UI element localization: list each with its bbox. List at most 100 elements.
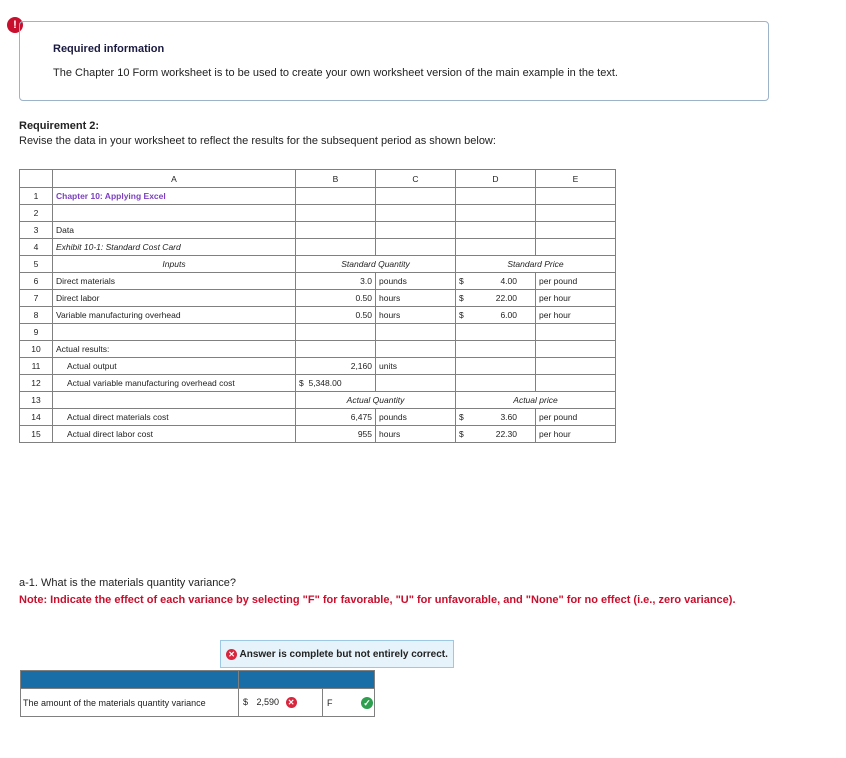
actual-results-label: Actual results: — [52, 340, 296, 358]
question-text: a-1. What is the materials quantity vari… — [19, 577, 237, 589]
row-label-cell: Direct labor — [52, 289, 296, 307]
sheet-row: 12 Actual variable manufacturing overhea… — [19, 374, 616, 392]
sheet-row: 13 Actual Quantity Actual price — [19, 391, 616, 409]
quantity-cell: 0.50 — [295, 289, 376, 307]
row-number: 14 — [19, 408, 53, 426]
unit-cell: pounds — [375, 272, 456, 290]
row-number: 11 — [19, 357, 53, 375]
required-info-box — [19, 21, 769, 101]
cell — [535, 340, 616, 358]
cell — [475, 221, 536, 239]
column-header-d: D — [455, 169, 536, 188]
cell — [535, 357, 616, 375]
price-cell: 3.60 — [475, 408, 536, 426]
dollar-sign: $ — [299, 378, 304, 388]
cell — [535, 187, 616, 205]
sheet-title-cell: Chapter 10: Applying Excel — [52, 187, 296, 205]
quantity-cell: 3.0 — [295, 272, 376, 290]
dollar-sign-cell: $ — [455, 272, 476, 290]
row-number: 6 — [19, 272, 53, 290]
standard-price-header: Standard Price — [455, 255, 616, 273]
row-number: 15 — [19, 425, 53, 443]
sheet-row: 8 Variable manufacturing overhead 0.50 h… — [19, 306, 616, 324]
row-label-cell: Actual direct labor cost — [52, 425, 296, 443]
answer-status-text: Answer is complete but not entirely corr… — [239, 649, 448, 661]
incorrect-icon: ✕ — [285, 697, 297, 709]
answer-effect-select[interactable]: F ✓ — [321, 688, 376, 717]
answer-status-banner: ✕ Answer is complete but not entirely co… — [220, 640, 454, 668]
cell — [535, 374, 616, 392]
cell — [295, 221, 376, 239]
row-number: 13 — [19, 391, 53, 409]
dollar-sign-cell: $ — [455, 289, 476, 307]
sheet-row: 4 Exhibit 10-1: Standard Cost Card — [19, 238, 616, 256]
inputs-header-cell: Inputs — [52, 255, 296, 273]
header-cell — [237, 670, 376, 689]
price-unit-cell: per hour — [535, 425, 616, 443]
sheet-row: 10 Actual results: — [19, 340, 616, 358]
sheet-row: 5 Inputs Standard Quantity Standard Pric… — [19, 255, 616, 273]
cell — [375, 187, 456, 205]
actual-quantity-header: Actual Quantity — [295, 391, 456, 409]
price-unit-cell: per pound — [535, 408, 616, 426]
spreadsheet: A B C D E 1 Chapter 10: Applying Excel 2… — [19, 169, 616, 443]
answer-table-header — [20, 670, 376, 689]
row-number: 3 — [19, 221, 53, 239]
cell — [475, 340, 536, 358]
cell — [535, 238, 616, 256]
row-label-cell: Direct materials — [52, 272, 296, 290]
unit-cell: hours — [375, 425, 456, 443]
quantity-cell: 0.50 — [295, 306, 376, 324]
sheet-row: 2 — [19, 204, 616, 222]
sheet-row: 15 Actual direct labor cost 955 hours $ … — [19, 425, 616, 443]
info-title: Required information — [53, 43, 165, 55]
info-text: The Chapter 10 Form worksheet is to be u… — [53, 67, 618, 79]
cell — [375, 374, 456, 392]
header-cell — [20, 670, 239, 689]
row-number: 9 — [19, 323, 53, 341]
actual-price-header: Actual price — [455, 391, 616, 409]
cell — [475, 374, 536, 392]
dollar-sign-cell: $ — [455, 306, 476, 324]
column-header-row: A B C D E — [19, 169, 616, 188]
column-header-c: C — [375, 169, 456, 188]
row-number: 10 — [19, 340, 53, 358]
cell — [455, 357, 476, 375]
unit-cell: units — [375, 357, 456, 375]
cell — [295, 323, 376, 341]
answer-effect-value[interactable]: F — [327, 698, 333, 708]
cell — [455, 374, 476, 392]
row-number: 7 — [19, 289, 53, 307]
column-header-a: A — [52, 169, 296, 188]
row-number: 8 — [19, 306, 53, 324]
unit-cell: pounds — [375, 408, 456, 426]
cell — [455, 204, 476, 222]
column-header-b: B — [295, 169, 376, 188]
answer-row: The amount of the materials quantity var… — [20, 688, 376, 717]
cell — [455, 187, 476, 205]
cell — [375, 204, 456, 222]
cell — [295, 187, 376, 205]
price-cell: 6.00 — [475, 306, 536, 324]
cell — [375, 221, 456, 239]
price-unit-cell: per hour — [535, 306, 616, 324]
sheet-row: 6 Direct materials 3.0 pounds $ 4.00 per… — [19, 272, 616, 290]
cell — [375, 340, 456, 358]
unit-cell: hours — [375, 289, 456, 307]
answer-amount-field[interactable]: $ 2,590 ✕ — [238, 688, 323, 717]
quantity-cell: 6,475 — [295, 408, 376, 426]
cell — [535, 221, 616, 239]
dollar-sign-cell: $ — [455, 408, 476, 426]
row-number: 2 — [19, 204, 53, 222]
cell — [455, 340, 476, 358]
question-note: Note: Indicate the effect of each varian… — [19, 594, 736, 606]
cell — [455, 221, 476, 239]
requirement-title: Requirement 2: — [19, 120, 100, 132]
row-label-cell: Actual variable manufacturing overhead c… — [52, 374, 296, 392]
overhead-cost-cell: $ 5,348.00 — [295, 374, 376, 392]
answer-amount-value[interactable]: 2,590 — [257, 697, 280, 707]
quantity-cell: 955 — [295, 425, 376, 443]
exhibit-title-cell: Exhibit 10-1: Standard Cost Card — [52, 238, 296, 256]
sheet-row: 1 Chapter 10: Applying Excel — [19, 187, 616, 205]
row-number: 5 — [19, 255, 53, 273]
